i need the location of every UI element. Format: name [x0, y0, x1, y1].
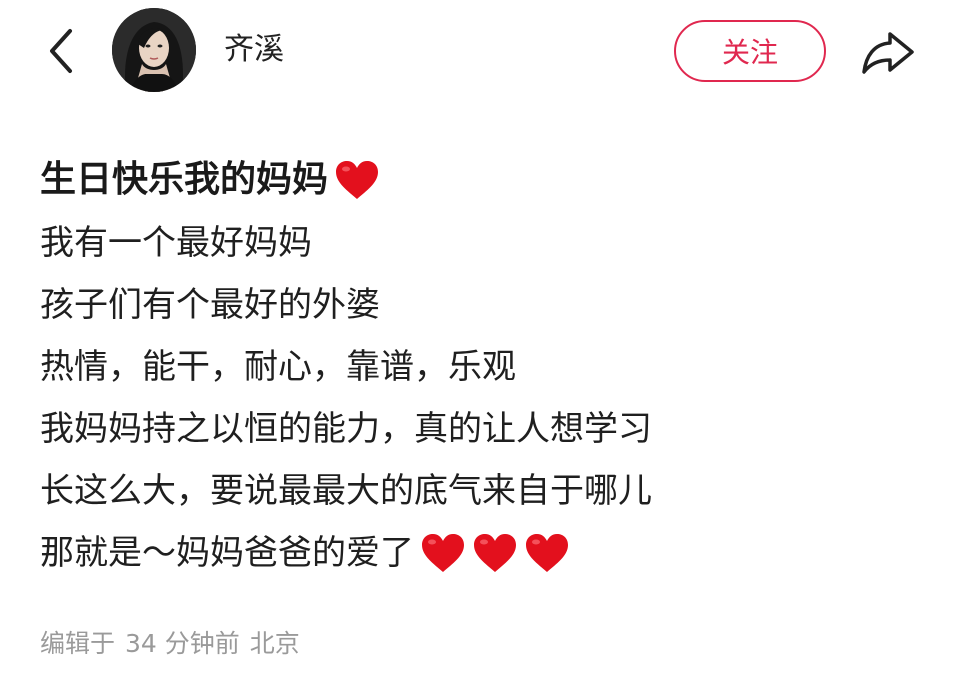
post-line: 我妈妈持之以恒的能力，真的让人想学习	[40, 398, 940, 460]
avatar[interactable]	[112, 8, 196, 92]
username[interactable]: 齐溪	[224, 28, 284, 72]
edited-label: 编辑于	[40, 629, 116, 658]
share-icon	[862, 32, 914, 74]
post-title: 生日快乐我的妈妈	[40, 148, 940, 212]
post-meta: 编辑于 34 分钟前 北京	[40, 624, 310, 664]
post-line: 热情，能干，耐心，靠谱，乐观	[40, 336, 940, 398]
heart-icon	[420, 532, 466, 574]
post-header: 齐溪 关注	[0, 0, 960, 100]
post-line: 我有一个最好妈妈	[40, 212, 940, 274]
post-line: 孩子们有个最好的外婆	[40, 274, 940, 336]
post-line: 长这么大，要说最最大的底气来自于哪儿	[40, 460, 940, 522]
post-line-text: 我妈妈持之以恒的能力，真的让人想学习	[40, 409, 652, 449]
post-time: 34 分钟前	[125, 629, 240, 658]
post-line-text: 那就是～妈妈爸爸的爱了	[40, 533, 414, 573]
post-line-text: 我有一个最好妈妈	[40, 223, 312, 263]
post-location: 北京	[249, 629, 300, 658]
heart-icon	[524, 532, 570, 574]
post-line-text: 孩子们有个最好的外婆	[40, 285, 380, 325]
post-content: 生日快乐我的妈妈 我有一个最好妈妈 孩子们有个最好的外婆 热情，能干，耐心，靠谱…	[40, 148, 940, 584]
post-line-text: 长这么大，要说最最大的底气来自于哪儿	[40, 471, 652, 511]
heart-icon	[334, 159, 380, 201]
post-line: 那就是～妈妈爸爸的爱了	[40, 522, 940, 584]
back-button[interactable]	[38, 26, 84, 76]
follow-button[interactable]: 关注	[674, 20, 826, 82]
chevron-left-icon	[50, 29, 72, 73]
heart-icon	[472, 532, 518, 574]
avatar-image	[112, 8, 196, 92]
post-line-text: 热情，能干，耐心，靠谱，乐观	[40, 347, 516, 387]
post-title-text: 生日快乐我的妈妈	[40, 159, 329, 200]
share-button[interactable]	[858, 24, 918, 80]
